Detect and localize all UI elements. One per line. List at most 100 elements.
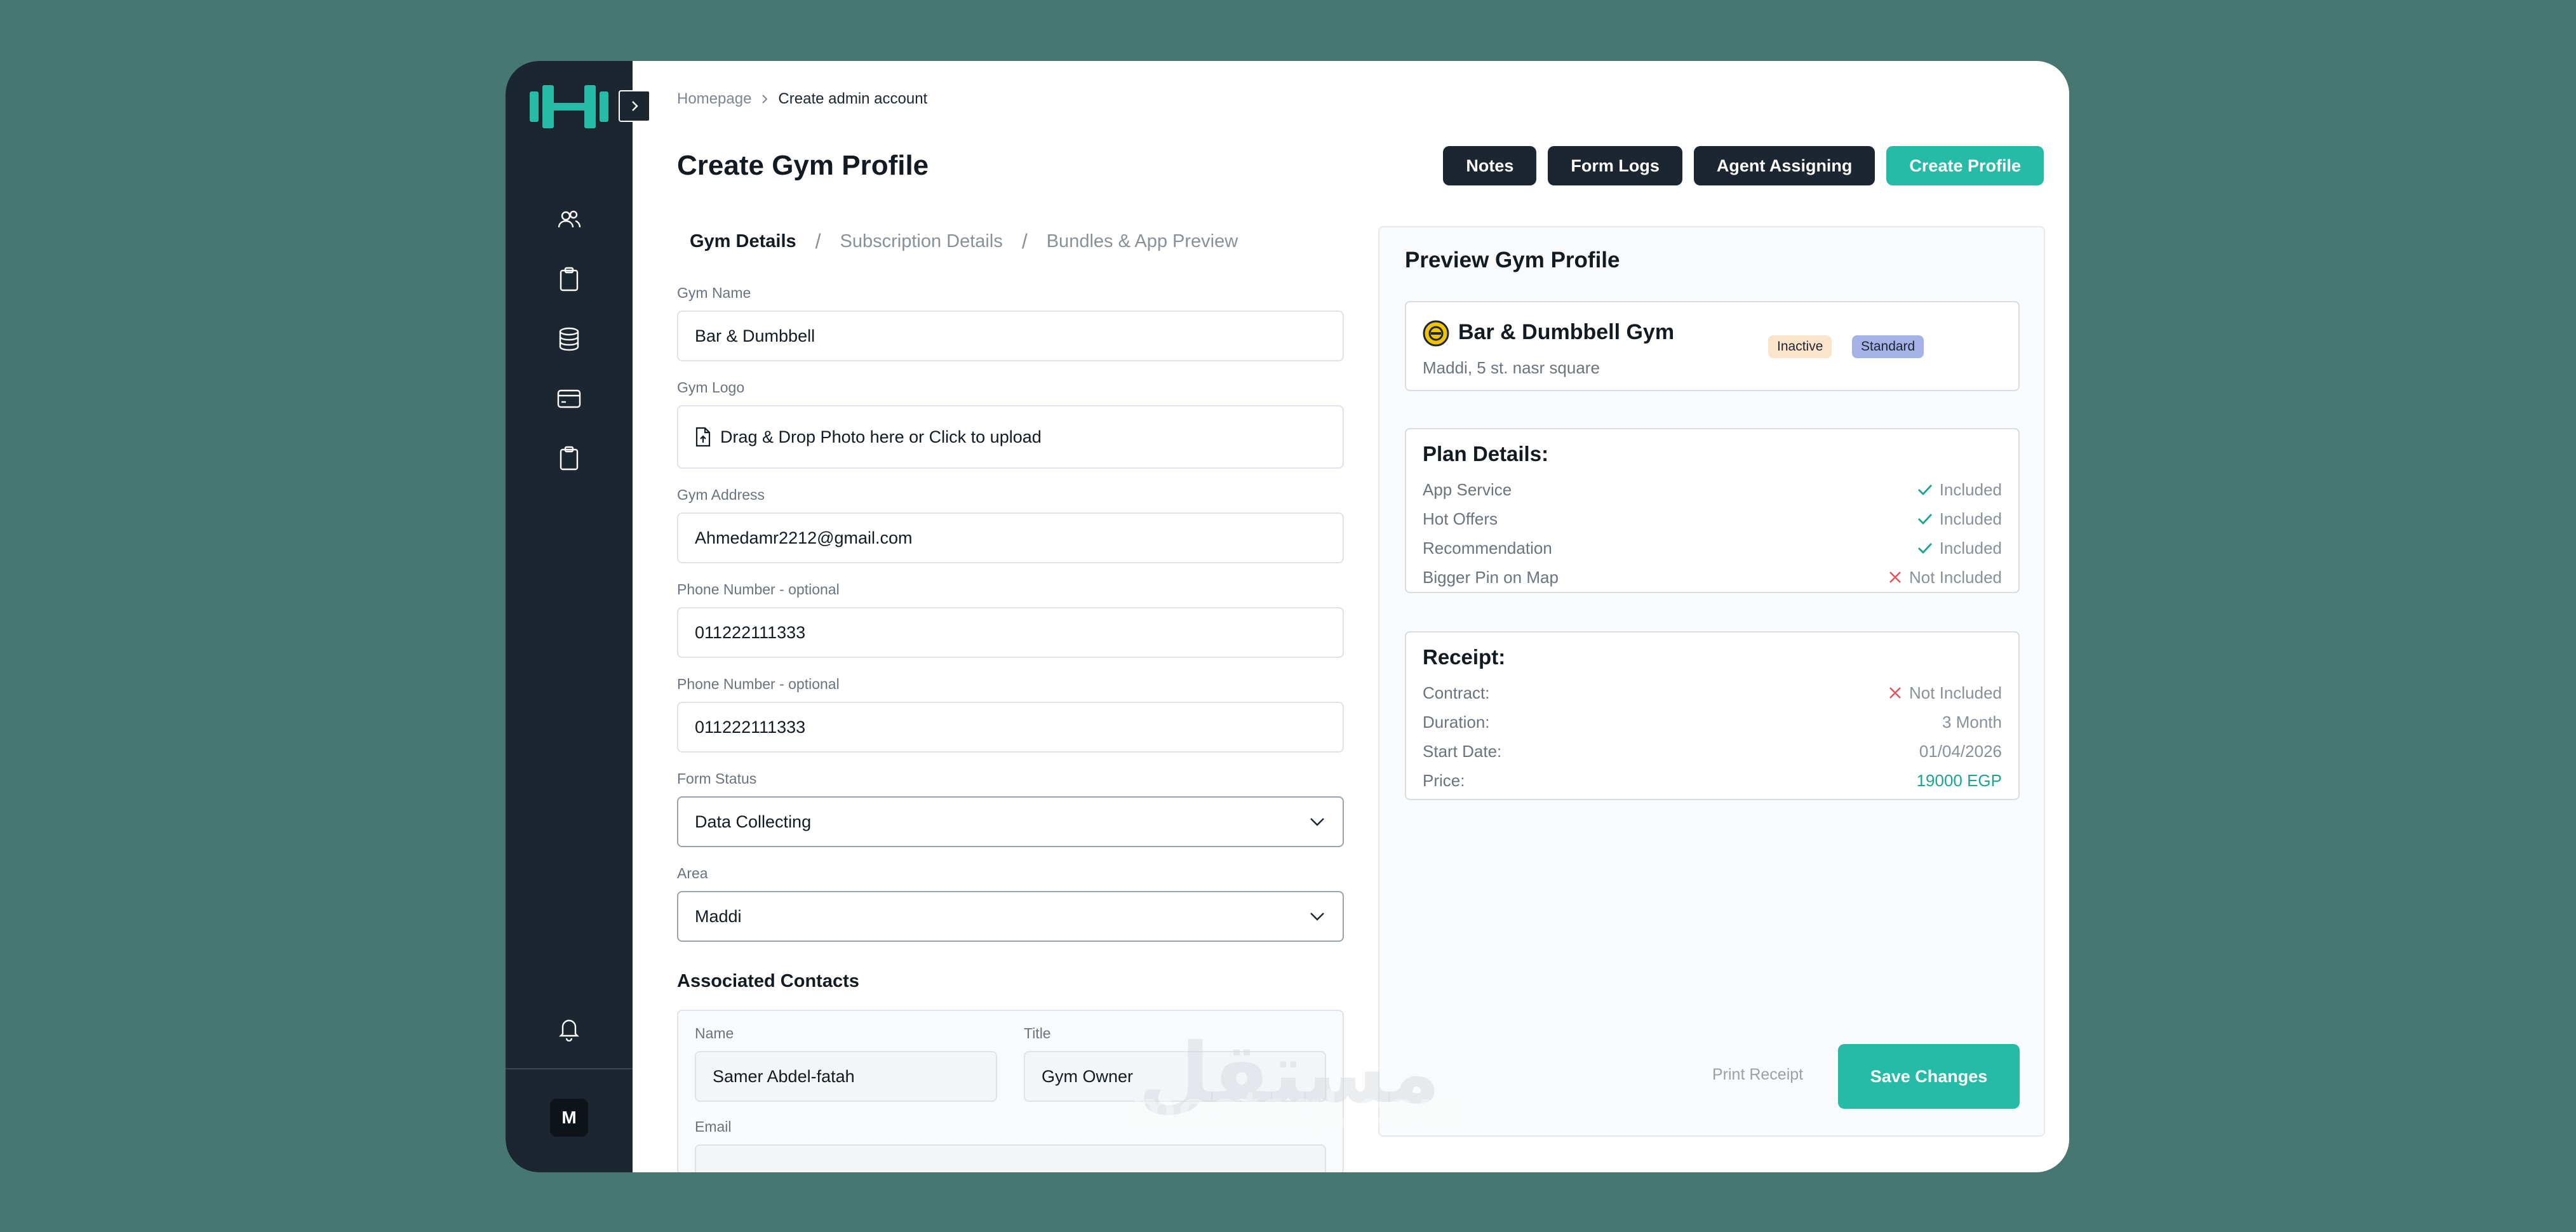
tab-separator: / [815, 230, 821, 253]
dumbbell-logo-icon [530, 85, 608, 128]
form-status-value: Data Collecting [695, 812, 812, 831]
receipt-row: Contract: Not Included [1423, 678, 2002, 707]
nav-users[interactable] [553, 203, 586, 236]
gym-address-input[interactable]: Ahmedamr2212@gmail.com [677, 512, 1344, 563]
plan-row-status: Not Included [1909, 567, 2002, 587]
gym-logo-placeholder: Drag & Drop Photo here or Click to uploa… [720, 427, 1042, 446]
credit-card-icon [557, 389, 581, 408]
gym-address-label: Gym Address [677, 486, 765, 503]
gym-preview-address: Maddi, 5 st. nasr square [1423, 358, 1600, 377]
receipt-duration-label: Duration: [1423, 712, 1490, 732]
chevron-down-icon [1310, 818, 1324, 826]
close-icon [1889, 687, 1901, 699]
gym-name-input[interactable]: Bar & Dumbbell [677, 311, 1344, 361]
phone-number-value: 011222111333 [695, 622, 806, 642]
breadcrumb-home-link[interactable]: Homepage [677, 90, 751, 108]
bell-icon [559, 1019, 579, 1041]
nav-database[interactable] [553, 323, 586, 356]
plan-details-heading: Plan Details: [1423, 442, 1549, 465]
create-profile-button[interactable]: Create Profile [1886, 146, 2044, 185]
preview-panel: Preview Gym Profile Bar & Dumbbell Gym M… [1378, 226, 2045, 1137]
receipt-start-label: Start Date: [1423, 741, 1502, 761]
gym-address-value: Ahmedamr2212@gmail.com [695, 528, 913, 547]
gym-preview-name: Bar & Dumbbell Gym [1458, 320, 1675, 344]
breadcrumb: Homepage Create admin account [677, 90, 927, 108]
plan-row: Bigger Pin on Map Not Included [1423, 563, 2002, 592]
gym-name-value: Bar & Dumbbell [695, 326, 815, 345]
clipboard-icon [560, 267, 579, 291]
chevron-right-icon [632, 101, 638, 111]
tab-gym-details[interactable]: Gym Details [690, 231, 796, 252]
contact-name-label: Name [695, 1025, 734, 1041]
plan-row-label: App Service [1423, 479, 1512, 499]
contact-title-value: Gym Owner [1042, 1066, 1134, 1086]
phone-number-label: Phone Number - optional [677, 676, 840, 692]
plan-row-label: Bigger Pin on Map [1423, 567, 1559, 587]
plan-row-label: Recommendation [1423, 538, 1552, 558]
close-icon [1889, 572, 1901, 583]
contact-name-input[interactable]: Samer Abdel-fatah [695, 1051, 997, 1102]
phone-number-input[interactable]: 011222111333 [677, 702, 1344, 753]
top-actions: Notes Form Logs Agent Assigning Create P… [1443, 146, 2044, 185]
sidebar: M [506, 61, 650, 1172]
associated-contacts-title: Associated Contacts [677, 971, 859, 991]
breadcrumb-current: Create admin account [778, 90, 928, 107]
form-status-label: Form Status [677, 770, 757, 787]
nav-reports[interactable] [553, 442, 586, 475]
receipt-start-value: 01/04/2026 [1919, 741, 2002, 761]
area-select[interactable]: Maddi [677, 891, 1344, 942]
tab-bundles-app-preview[interactable]: Bundles & App Preview [1047, 231, 1238, 252]
plan-row: Hot Offers Included [1423, 504, 2002, 533]
contact-email-input[interactable] [695, 1144, 1326, 1172]
gym-preview-card: Bar & Dumbbell Gym Maddi, 5 st. nasr squ… [1405, 301, 2020, 391]
plan-row-status: Included [1939, 509, 2002, 528]
gym-name-label: Gym Name [677, 285, 751, 301]
app-window: M Homepage Create admin account Create G… [506, 61, 2069, 1172]
contact-name-value: Samer Abdel-fatah [713, 1066, 855, 1086]
sidebar-collapse-button[interactable] [619, 90, 650, 122]
form-tabs: Gym Details / Subscription Details / Bun… [690, 230, 1238, 253]
chevron-down-icon [1310, 913, 1324, 921]
gym-logo-upload[interactable]: Drag & Drop Photo here or Click to uploa… [677, 405, 1344, 469]
check-icon [1917, 514, 1932, 525]
notes-button[interactable]: Notes [1443, 146, 1537, 185]
save-changes-button[interactable]: Save Changes [1838, 1044, 2020, 1109]
plan-row-label: Hot Offers [1423, 509, 1498, 528]
gym-logo-icon [1423, 320, 1449, 347]
phone-number-input[interactable]: 011222111333 [677, 607, 1344, 658]
database-icon [559, 327, 579, 351]
plan-row-status: Included [1939, 479, 2002, 499]
page-title: Create Gym Profile [677, 150, 929, 181]
receipt-contract-value: Not Included [1909, 683, 2002, 702]
receipt-row: Price: 19000 EGP [1423, 766, 2002, 795]
check-icon [1917, 543, 1932, 554]
area-value: Maddi [695, 906, 742, 926]
status-badge: Inactive [1768, 335, 1832, 358]
receipt-heading: Receipt: [1423, 645, 1506, 669]
receipt-price-label: Price: [1423, 770, 1465, 790]
nav-clipboard[interactable] [553, 263, 586, 296]
receipt-row: Duration: 3 Month [1423, 707, 2002, 737]
receipt-duration-value: 3 Month [1942, 712, 2002, 732]
plan-row-status: Included [1939, 538, 2002, 558]
nav-billing[interactable] [553, 382, 586, 415]
plan-row: Recommendation Included [1423, 533, 2002, 563]
avatar[interactable]: M [550, 1099, 588, 1137]
form-logs-button[interactable]: Form Logs [1548, 146, 1682, 185]
receipt-card: Receipt: Contract: Not Included Duration… [1405, 631, 2020, 800]
file-upload-icon [695, 427, 711, 447]
notifications-button[interactable] [553, 1012, 586, 1045]
sidebar-divider [506, 1068, 633, 1069]
plan-badge: Standard [1852, 335, 1924, 358]
tab-subscription-details[interactable]: Subscription Details [840, 231, 1003, 252]
agent-assigning-button[interactable]: Agent Assigning [1693, 146, 1875, 185]
print-receipt-link[interactable]: Print Receipt [1712, 1066, 1803, 1084]
receipt-price-value: 19000 EGP [1916, 770, 2002, 790]
chevron-right-icon [762, 95, 768, 104]
form-status-select[interactable]: Data Collecting [677, 796, 1344, 847]
phone-number-value: 011222111333 [695, 717, 806, 737]
check-icon [1917, 485, 1932, 496]
receipt-contract-label: Contract: [1423, 683, 1490, 702]
preview-title: Preview Gym Profile [1405, 248, 1620, 272]
area-label: Area [677, 865, 708, 881]
